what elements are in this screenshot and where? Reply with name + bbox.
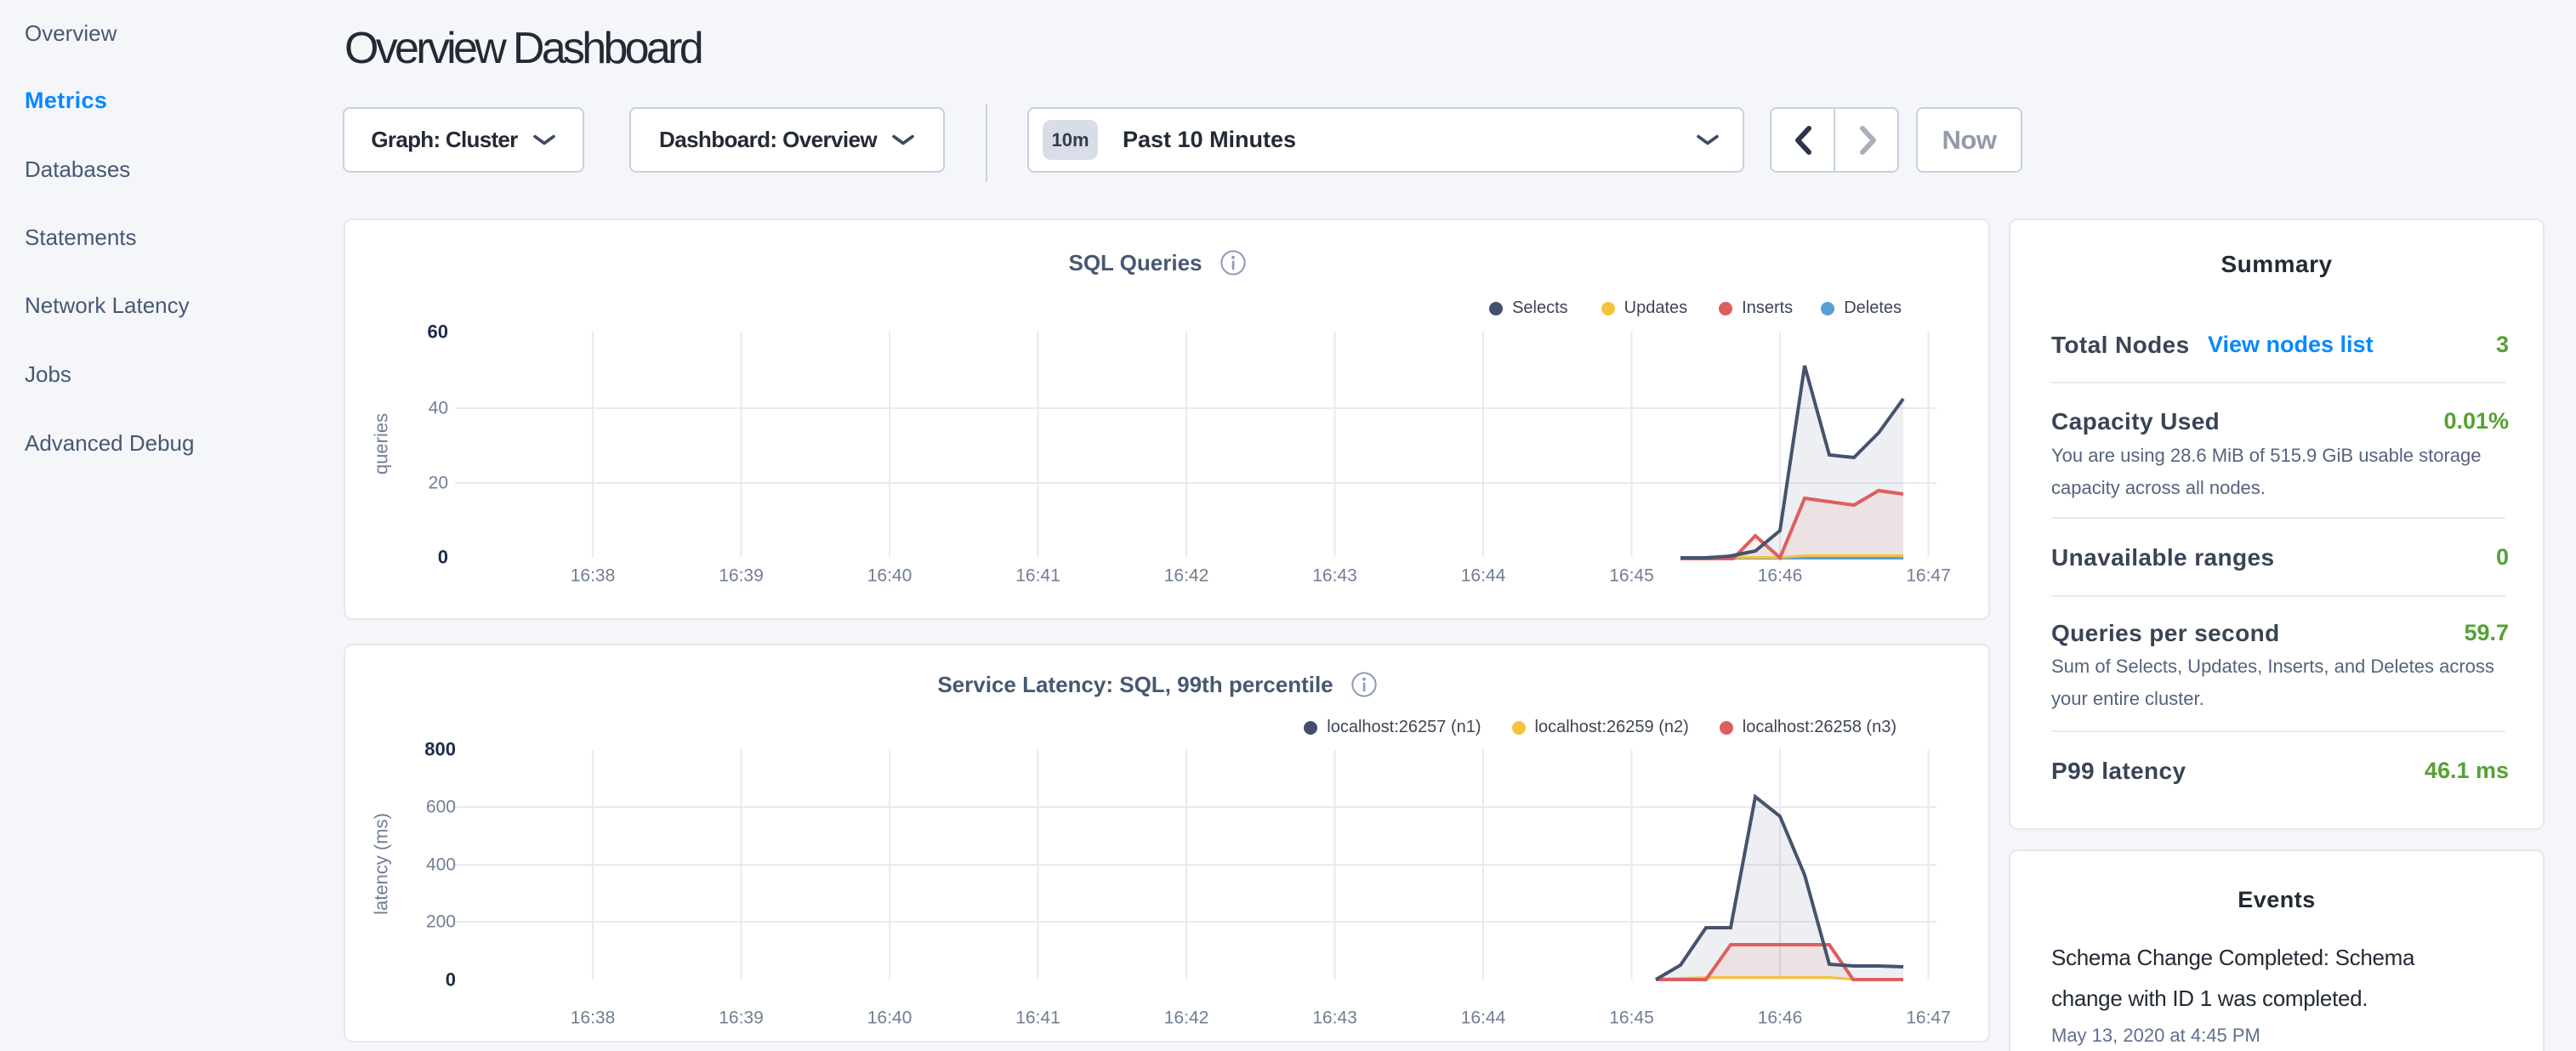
- svg-text:16:39: 16:39: [719, 1008, 764, 1028]
- svg-text:16:45: 16:45: [1609, 1008, 1654, 1028]
- svg-text:16:45: 16:45: [1609, 566, 1654, 586]
- svg-text:16:43: 16:43: [1312, 1008, 1357, 1028]
- svg-text:16:40: 16:40: [867, 566, 913, 586]
- svg-text:16:43: 16:43: [1312, 566, 1357, 586]
- svg-text:200: 200: [426, 912, 456, 932]
- svg-text:20: 20: [429, 474, 448, 493]
- svg-text:60: 60: [428, 321, 448, 343]
- svg-text:16:42: 16:42: [1164, 566, 1209, 586]
- svg-text:16:42: 16:42: [1164, 1008, 1209, 1028]
- svg-text:16:47: 16:47: [1906, 566, 1951, 586]
- svg-text:16:46: 16:46: [1758, 1008, 1803, 1028]
- svg-text:16:38: 16:38: [571, 566, 616, 586]
- svg-text:16:41: 16:41: [1015, 1008, 1061, 1028]
- svg-text:0: 0: [446, 969, 456, 991]
- svg-text:40: 40: [429, 399, 448, 418]
- svg-text:16:38: 16:38: [571, 1008, 616, 1028]
- svg-text:16:44: 16:44: [1461, 566, 1506, 586]
- svg-text:16:39: 16:39: [719, 566, 764, 586]
- svg-text:16:40: 16:40: [867, 1008, 913, 1028]
- svg-text:16:41: 16:41: [1015, 566, 1061, 586]
- svg-text:400: 400: [426, 855, 456, 875]
- svg-text:600: 600: [426, 798, 456, 817]
- svg-text:800: 800: [424, 739, 456, 760]
- svg-text:queries: queries: [371, 413, 392, 474]
- svg-text:latency (ms): latency (ms): [371, 813, 392, 915]
- svg-text:16:46: 16:46: [1758, 566, 1803, 586]
- svg-text:16:44: 16:44: [1461, 1008, 1506, 1028]
- svg-text:0: 0: [438, 547, 448, 568]
- svg-text:16:47: 16:47: [1906, 1008, 1951, 1028]
